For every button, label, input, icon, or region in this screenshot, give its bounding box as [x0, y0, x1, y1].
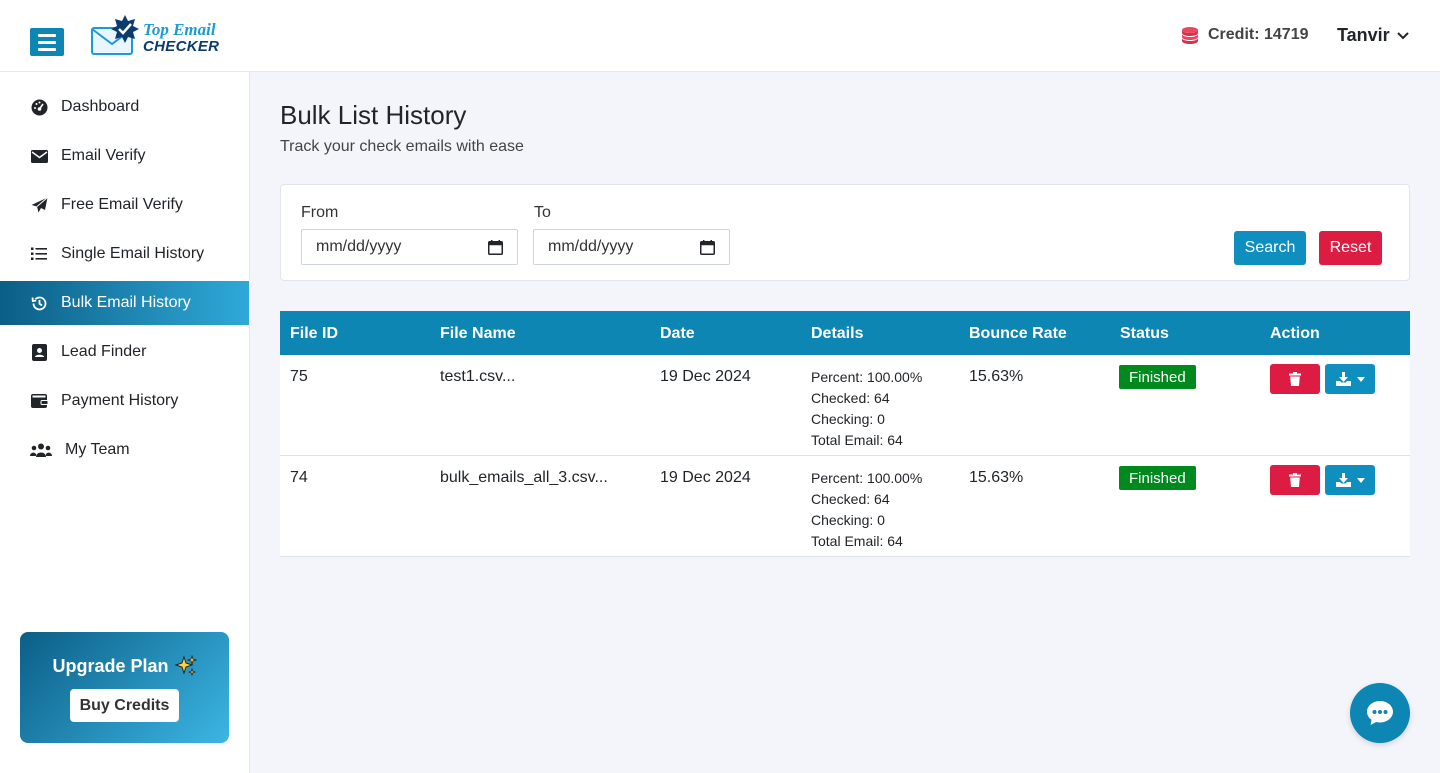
list-icon: [30, 245, 48, 263]
user-name: Tanvir: [1337, 25, 1390, 45]
sidebar-item-label: Payment History: [61, 392, 179, 409]
bounce-rate-cell: 15.63%: [969, 469, 1024, 486]
column-header-date[interactable]: Date: [660, 325, 695, 343]
address-card-icon: [30, 343, 48, 361]
wallet-icon: [30, 392, 48, 410]
download-dropdown-button[interactable]: [1325, 364, 1375, 394]
menu-toggle-button[interactable]: [30, 28, 64, 56]
bulk-history-table: File ID File Name Date Details Bounce Ra…: [280, 311, 1410, 557]
sidebar-item-label: Dashboard: [61, 98, 140, 115]
upgrade-plan-card: Upgrade Plan Buy Credits: [20, 632, 229, 743]
to-date-value: mm/dd/yyyy: [548, 238, 634, 255]
top-bar: Top Email CHECKER Credit: 14719 Tanvir: [0, 0, 1440, 72]
caret-down-icon: [1356, 477, 1365, 483]
page-subtitle: Track your check emails with ease: [280, 138, 524, 155]
download-icon: [1335, 473, 1351, 487]
logo-envelope-icon: [91, 15, 139, 55]
status-badge: Finished: [1119, 365, 1196, 389]
sidebar-item-label: Lead Finder: [61, 343, 147, 360]
file-name-cell: bulk_emails_all_3.csv...: [440, 469, 608, 486]
envelope-icon: [30, 147, 48, 165]
sidebar-item-label: Free Email Verify: [61, 196, 183, 213]
details-checked: Checked: 64: [811, 491, 890, 507]
user-menu[interactable]: Tanvir: [1337, 25, 1410, 46]
column-header-status[interactable]: Status: [1120, 325, 1169, 343]
details-cell: Percent: 100.00% Checked: 64 Checking: 0…: [811, 468, 922, 552]
to-label: To: [534, 204, 551, 221]
details-total-email: Total Email: 64: [811, 432, 903, 448]
caret-down-icon: [1356, 376, 1365, 382]
sidebar-item-my-team[interactable]: My Team: [0, 428, 249, 472]
sidebar-item-label: My Team: [65, 441, 130, 458]
logo-line-2: CHECKER: [143, 38, 220, 55]
download-dropdown-button[interactable]: [1325, 465, 1375, 495]
coins-icon: [1182, 27, 1198, 44]
chat-icon: [1367, 701, 1393, 725]
date-cell: 19 Dec 2024: [660, 469, 751, 486]
file-id-cell: 74: [290, 469, 308, 486]
details-cell: Percent: 100.00% Checked: 64 Checking: 0…: [811, 367, 922, 451]
file-name-cell: test1.csv...: [440, 368, 516, 385]
table-row: 74 bulk_emails_all_3.csv... 19 Dec 2024 …: [280, 456, 1410, 557]
buy-credits-button[interactable]: Buy Credits: [70, 689, 179, 722]
sidebar-item-single-email-history[interactable]: Single Email History: [0, 232, 249, 276]
sidebar-item-label: Single Email History: [61, 245, 205, 262]
delete-button[interactable]: [1270, 465, 1320, 495]
column-header-bounce-rate[interactable]: Bounce Rate: [969, 325, 1067, 343]
bounce-rate-cell: 15.63%: [969, 368, 1024, 385]
delete-button[interactable]: [1270, 364, 1320, 394]
trash-icon: [1289, 372, 1301, 386]
sidebar-item-bulk-email-history[interactable]: Bulk Email History: [0, 281, 249, 325]
sidebar-item-free-email-verify[interactable]: Free Email Verify: [0, 183, 249, 227]
details-percent: Percent: 100.00%: [811, 470, 923, 486]
status-badge: Finished: [1119, 466, 1196, 490]
column-header-file-name[interactable]: File Name: [440, 325, 516, 343]
calendar-icon: [488, 239, 503, 255]
history-icon: [30, 294, 48, 312]
date-cell: 19 Dec 2024: [660, 368, 751, 385]
table-header: File ID File Name Date Details Bounce Ra…: [280, 311, 1410, 355]
credit-label: Credit: 14719: [1208, 26, 1309, 43]
menu-icon: [38, 33, 56, 37]
details-checked: Checked: 64: [811, 390, 890, 406]
team-icon: [30, 441, 52, 459]
table-row: 75 test1.csv... 19 Dec 2024 Percent: 100…: [280, 355, 1410, 456]
download-icon: [1335, 372, 1351, 386]
details-total-email: Total Email: 64: [811, 533, 903, 549]
sidebar-item-dashboard[interactable]: Dashboard: [0, 85, 249, 129]
sidebar-item-label: Email Verify: [61, 147, 146, 164]
date-filter-card: From mm/dd/yyyy To mm/dd/yyyy Search Res…: [280, 184, 1410, 281]
logo-line-1: Top Email: [143, 20, 216, 39]
upgrade-plan-title: Upgrade Plan: [20, 655, 229, 677]
sparkles-icon: [174, 655, 197, 677]
sidebar-item-email-verify[interactable]: Email Verify: [0, 134, 249, 178]
logo[interactable]: Top Email CHECKER: [90, 14, 230, 58]
to-date-input[interactable]: mm/dd/yyyy: [533, 229, 730, 265]
sidebar: Dashboard Email Verify Free Email Verify…: [0, 72, 250, 773]
details-percent: Percent: 100.00%: [811, 369, 923, 385]
page-title: Bulk List History: [280, 100, 467, 130]
column-header-file-id[interactable]: File ID: [290, 325, 338, 343]
from-label: From: [301, 204, 339, 221]
sidebar-item-payment-history[interactable]: Payment History: [0, 379, 249, 423]
column-header-action: Action: [1270, 325, 1320, 342]
calendar-icon: [700, 239, 715, 255]
chevron-down-icon: [1396, 31, 1409, 39]
details-checking: Checking: 0: [811, 411, 885, 427]
trash-icon: [1289, 473, 1301, 487]
from-date-value: mm/dd/yyyy: [316, 238, 402, 255]
dashboard-icon: [30, 98, 48, 116]
sidebar-item-lead-finder[interactable]: Lead Finder: [0, 330, 249, 374]
file-id-cell: 75: [290, 368, 308, 385]
from-date-input[interactable]: mm/dd/yyyy: [301, 229, 518, 265]
chat-button[interactable]: [1350, 683, 1410, 743]
credit-display: Credit: 14719: [1180, 26, 1309, 44]
column-header-details[interactable]: Details: [811, 325, 863, 343]
sidebar-item-label: Bulk Email History: [61, 294, 191, 311]
details-checking: Checking: 0: [811, 512, 885, 528]
search-button[interactable]: Search: [1234, 231, 1306, 265]
reset-button[interactable]: Reset: [1319, 231, 1382, 265]
paper-plane-icon: [30, 196, 48, 214]
